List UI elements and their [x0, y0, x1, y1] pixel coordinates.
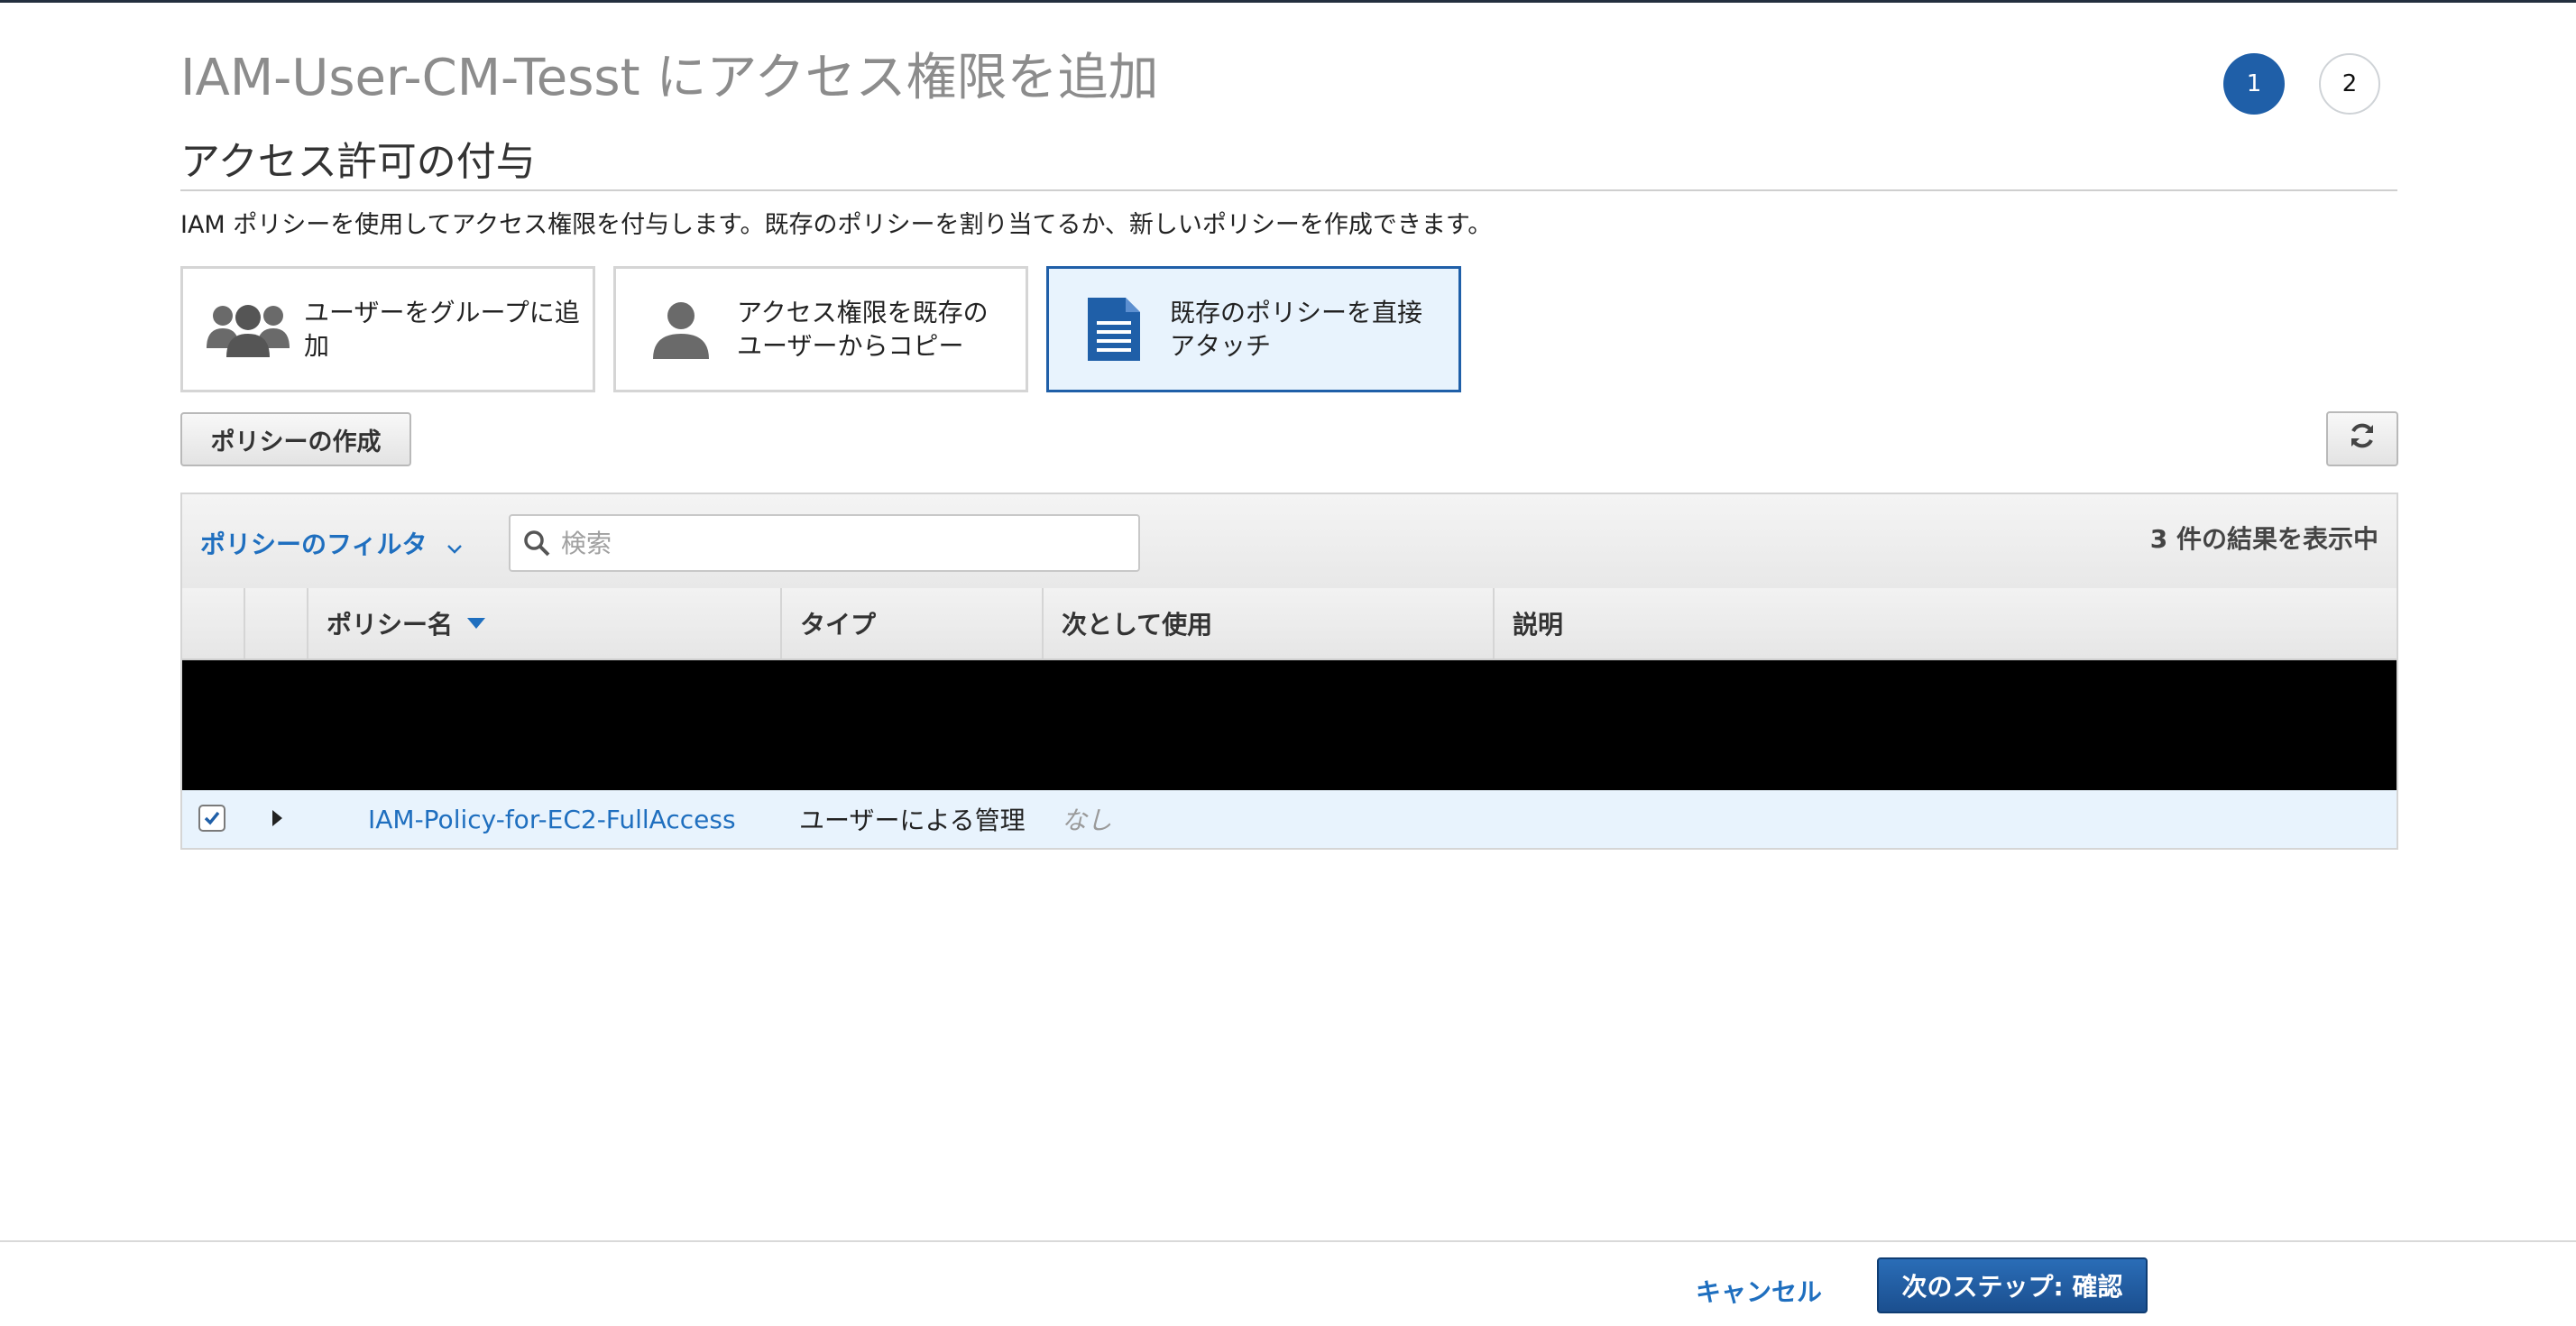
page-title: IAM-User-CM-Tesst にアクセス権限を追加 — [180, 49, 1159, 107]
section-description: IAM ポリシーを使用してアクセス権限を付与します。既存のポリシーを割り当てるか… — [180, 211, 1493, 239]
expand-row-icon[interactable] — [272, 810, 282, 826]
header-policy-name-label: ポリシー名 — [327, 610, 454, 640]
header-used-as[interactable]: 次として使用 — [1044, 588, 1495, 658]
policy-name-link[interactable]: IAM-Policy-for-EC2-FullAccess — [368, 790, 736, 848]
section-title: アクセス許可の付与 — [180, 139, 536, 185]
create-policy-button[interactable]: ポリシーの作成 — [180, 412, 411, 466]
table-row[interactable]: IAM-Policy-for-EC2-FullAccess ユーザーによる管理 … — [182, 790, 2397, 848]
option-attach-existing-policy[interactable]: 既存のポリシーを直接アタッチ — [1046, 266, 1461, 392]
step-1-indicator: 1 — [2223, 53, 2285, 115]
document-icon — [1069, 284, 1159, 374]
header-type[interactable]: タイプ — [782, 588, 1044, 658]
search-input[interactable] — [559, 527, 1104, 559]
header-expand-column — [245, 588, 308, 658]
cancel-button[interactable]: キャンセル — [1696, 1262, 1822, 1320]
option-attach-existing-policy-label: 既存のポリシーを直接アタッチ — [1170, 298, 1423, 361]
header-policy-name[interactable]: ポリシー名 — [308, 588, 782, 658]
footer-divider — [0, 1240, 2576, 1242]
next-step-review-button[interactable]: 次のステップ: 確認 — [1877, 1257, 2148, 1313]
table-toolbar: ポリシーのフィルタ 3 件の結果を表示中 — [182, 494, 2397, 590]
header-description[interactable]: 説明 — [1495, 588, 2397, 658]
search-icon — [523, 529, 550, 557]
header-checkbox-column — [182, 588, 245, 658]
table-header: ポリシー名 タイプ 次として使用 説明 — [182, 588, 2397, 660]
section-divider — [180, 189, 2397, 191]
result-count: 3 件の結果を表示中 — [2149, 524, 2378, 554]
users-group-icon — [203, 284, 293, 374]
option-copy-from-user[interactable]: アクセス権限を既存のユーザーからコピー — [613, 266, 1028, 392]
option-copy-from-user-label: アクセス権限を既存のユーザーからコピー — [737, 298, 989, 361]
refresh-icon — [2347, 420, 2378, 457]
policy-table: ポリシーのフィルタ 3 件の結果を表示中 ポリシー名 タイプ 次として使用 説明 — [180, 493, 2398, 850]
policy-type: ユーザーによる管理 — [799, 806, 1026, 835]
sort-desc-icon — [467, 618, 486, 629]
option-add-to-group-label: ユーザーをグループに追加 — [304, 298, 580, 361]
user-icon — [636, 284, 726, 374]
policy-filter-dropdown[interactable]: ポリシーのフィルタ — [200, 525, 463, 561]
option-add-to-group[interactable]: ユーザーをグループに追加 — [180, 266, 595, 392]
search-box[interactable] — [509, 514, 1140, 572]
policy-filter-label: ポリシーのフィルタ — [200, 529, 428, 559]
step-2-indicator: 2 — [2319, 53, 2380, 115]
row-checkbox[interactable] — [198, 805, 225, 832]
refresh-button[interactable] — [2326, 411, 2398, 466]
policy-used-as: なし — [1062, 806, 1113, 835]
chevron-down-icon — [446, 531, 463, 561]
redacted-rows — [182, 660, 2397, 790]
